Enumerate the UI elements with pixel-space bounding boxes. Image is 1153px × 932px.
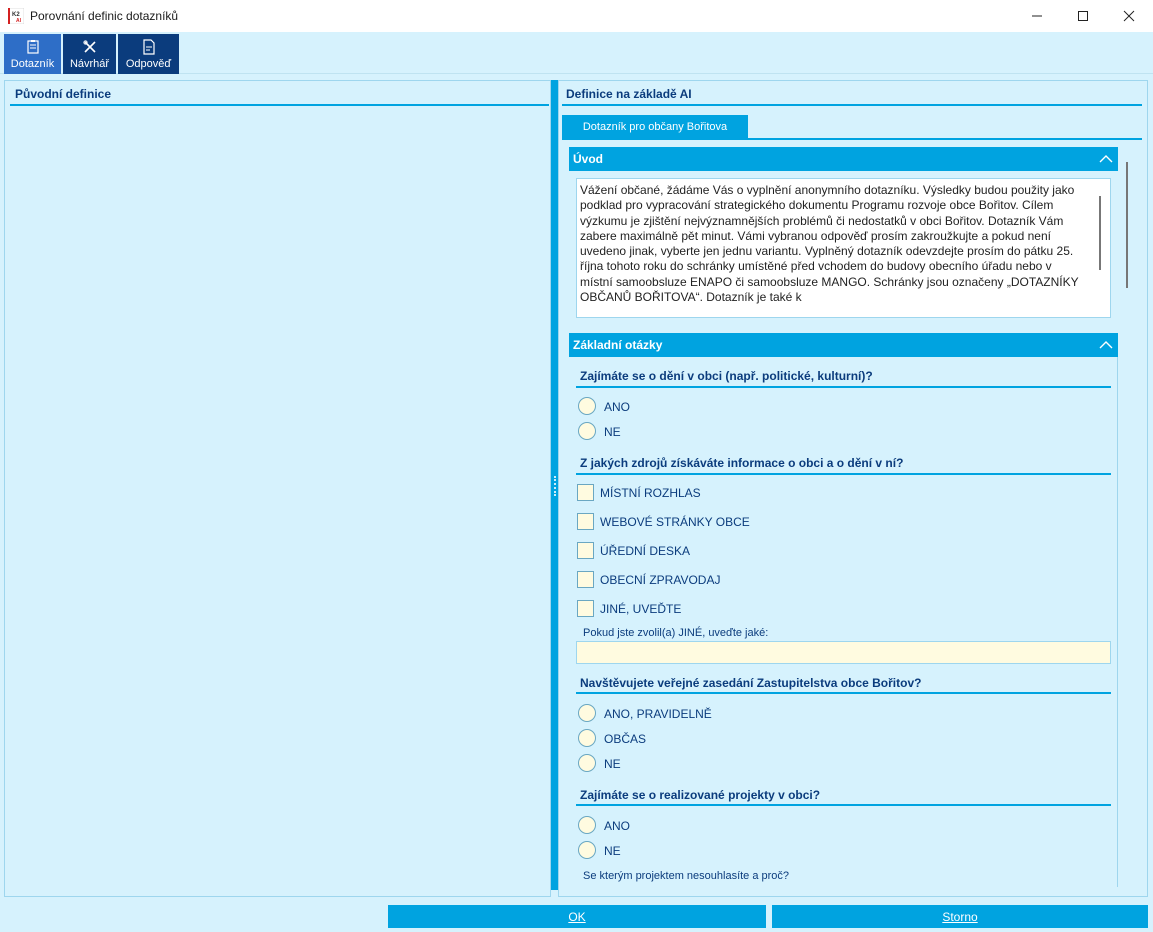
toolbar-button-dotaznik[interactable]: Dotazník bbox=[4, 34, 61, 74]
q2-checkbox-deska[interactable] bbox=[577, 542, 594, 559]
q1-option-label: NE bbox=[604, 425, 621, 439]
q3-radio-ne[interactable] bbox=[578, 754, 596, 772]
q2-checkbox-rozhlas[interactable] bbox=[577, 484, 594, 501]
collapse-basic-button[interactable] bbox=[1094, 333, 1118, 357]
tab-questionnaire[interactable]: Dotazník pro občany Bořitova bbox=[562, 115, 748, 139]
q2-other-label: Pokud jste zvolil(a) JINÉ, uveďte jaké: bbox=[583, 627, 769, 639]
window-title: Porovnání definic dotazníků bbox=[30, 9, 179, 23]
question-3: Navštěvujete veřejné zasedání Zastupitel… bbox=[580, 676, 922, 690]
question-1-rule bbox=[576, 386, 1111, 388]
tab-underline bbox=[562, 138, 1142, 140]
q3-radio-obcas[interactable] bbox=[578, 729, 596, 747]
q2-option-label: JINÉ, UVEĎTE bbox=[600, 602, 682, 616]
intro-textarea[interactable]: Vážení občané, žádáme Vás o vyplnění ano… bbox=[576, 178, 1111, 318]
collapse-intro-button[interactable] bbox=[1094, 147, 1118, 171]
tools-icon bbox=[82, 40, 96, 53]
content-scrollbar[interactable] bbox=[1126, 162, 1128, 288]
q4-radio-ne[interactable] bbox=[578, 841, 596, 859]
q2-checkbox-web[interactable] bbox=[577, 513, 594, 530]
question-4: Zajímáte se o realizované projekty v obc… bbox=[580, 788, 821, 802]
q1-radio-ne[interactable] bbox=[578, 422, 596, 440]
q2-option-label: ÚŘEDNÍ DESKA bbox=[600, 544, 691, 558]
chevron-up-icon bbox=[1099, 341, 1113, 349]
minimize-button[interactable] bbox=[1014, 0, 1060, 32]
intro-section-header[interactable]: Úvod bbox=[569, 147, 1118, 171]
q4-radio-ano[interactable] bbox=[578, 816, 596, 834]
q2-option-label: WEBOVÉ STRÁNKY OBCE bbox=[600, 515, 750, 529]
basic-questions-title: Základní otázky bbox=[573, 338, 663, 352]
minimize-icon bbox=[1032, 15, 1042, 17]
q4-option-label: ANO bbox=[604, 819, 631, 833]
ai-definition-title: Definice na základě AI bbox=[566, 87, 692, 101]
q2-option-label: OBECNÍ ZPRAVODAJ bbox=[600, 573, 721, 587]
original-definition-rule bbox=[10, 104, 549, 106]
intro-scrollbar[interactable] bbox=[1099, 196, 1101, 270]
maximize-button[interactable] bbox=[1060, 0, 1106, 32]
q1-option-label: ANO bbox=[604, 400, 631, 414]
q2-other-input[interactable] bbox=[576, 641, 1111, 664]
maximize-icon bbox=[1078, 11, 1088, 21]
answer-document-icon bbox=[142, 39, 155, 55]
q2-option-label: MÍSTNÍ ROZHLAS bbox=[600, 486, 701, 500]
toolbar-label-odpoved: Odpověď bbox=[125, 58, 172, 70]
q3-option-label: NE bbox=[604, 757, 621, 771]
toolbar-label-dotaznik: Dotazník bbox=[10, 58, 55, 70]
toolbar-label-navrhar: Návrhář bbox=[69, 58, 110, 70]
close-icon bbox=[1123, 10, 1135, 22]
k2-app-icon: K2 AI bbox=[8, 8, 24, 24]
q3-option-label: OBČAS bbox=[604, 732, 647, 746]
q4-option-label: NE bbox=[604, 844, 621, 858]
basic-questions-header[interactable]: Základní otázky bbox=[569, 333, 1118, 357]
title-bar: K2 AI Porovnání definic dotazníků bbox=[0, 0, 1153, 32]
ai-definition-rule bbox=[562, 104, 1142, 106]
q1-radio-ano[interactable] bbox=[578, 397, 596, 415]
chevron-up-icon bbox=[1099, 155, 1113, 163]
question-2-rule bbox=[576, 473, 1111, 475]
original-definition-pane bbox=[4, 80, 551, 897]
toolbar-button-navrhar[interactable]: Návrhář bbox=[63, 34, 116, 74]
cancel-button[interactable]: Storno bbox=[772, 905, 1148, 928]
ok-button[interactable]: OK bbox=[388, 905, 766, 928]
q2-checkbox-zpravodaj[interactable] bbox=[577, 571, 594, 588]
splitter-grip[interactable] bbox=[554, 476, 556, 496]
svg-text:AI: AI bbox=[16, 18, 22, 24]
questionnaire-icon bbox=[26, 40, 39, 54]
question-2: Z jakých zdrojů získáváte informace o ob… bbox=[580, 456, 904, 470]
q2-checkbox-jine[interactable] bbox=[577, 600, 594, 617]
question-4-rule bbox=[576, 804, 1111, 806]
toolbar-button-odpoved[interactable]: Odpověď bbox=[118, 34, 179, 74]
intro-section-title: Úvod bbox=[573, 152, 603, 166]
q3-option-label: ANO, PRAVIDELNĚ bbox=[604, 707, 712, 721]
toolbar: Dotazník Návrhář Odpověď bbox=[0, 32, 1153, 74]
close-button[interactable] bbox=[1106, 0, 1152, 32]
question-3-rule bbox=[576, 692, 1111, 694]
content-border bbox=[1117, 357, 1118, 887]
q4-followup-label: Se kterým projektem nesouhlasíte a proč? bbox=[583, 870, 790, 882]
original-definition-title: Původní definice bbox=[15, 87, 112, 101]
question-1: Zajímáte se o dění v obci (např. politic… bbox=[580, 369, 873, 383]
q3-radio-pravidelne[interactable] bbox=[578, 704, 596, 722]
